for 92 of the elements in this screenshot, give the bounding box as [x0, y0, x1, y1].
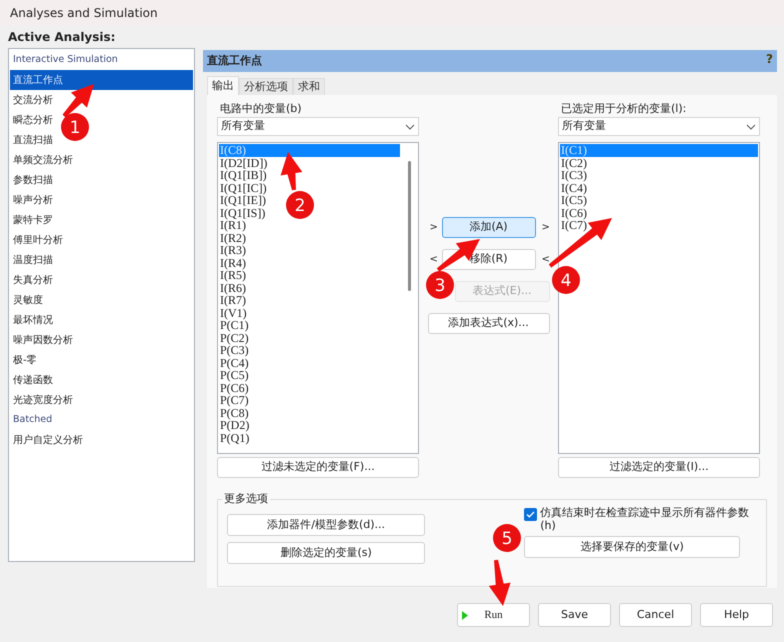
- variable-item[interactable]: P(C1): [219, 319, 249, 332]
- direction-marker: >: [542, 221, 548, 235]
- expression-button[interactable]: 添加表达式(x)...: [428, 313, 550, 334]
- analysis-item[interactable]: 用户自定义分析: [10, 430, 83, 450]
- variable-item[interactable]: I(R7): [219, 294, 246, 306]
- variable-item[interactable]: I(R4): [219, 256, 246, 269]
- play-icon: [462, 610, 468, 620]
- annotation-arrow: [548, 218, 612, 268]
- tab[interactable]: 输出: [207, 76, 239, 95]
- analysis-item[interactable]: 噪声因数分析: [10, 330, 73, 350]
- dialog-button[interactable]: Cancel: [619, 603, 692, 627]
- variable-item[interactable]: I(D2[ID]): [219, 156, 268, 169]
- variable-item[interactable]: I(R2): [219, 232, 246, 244]
- variable-item[interactable]: I(Q1[IE]): [219, 194, 266, 206]
- tab[interactable]: 求和: [293, 78, 325, 95]
- variable-item[interactable]: P(C5): [219, 369, 249, 382]
- dialog-button[interactable]: Help: [700, 603, 773, 627]
- variable-item[interactable]: I(Q1[IB]): [219, 169, 267, 182]
- list-label: 电路中的变量(b): [219, 101, 303, 117]
- option-button[interactable]: 添加器件/模型参数(d)...: [227, 514, 426, 536]
- step-number-badge: 2: [286, 191, 314, 219]
- analysis-item[interactable]: 瞬态分析: [10, 110, 53, 130]
- variable-filter-dropdown[interactable]: 所有变量: [558, 117, 760, 136]
- analysis-item[interactable]: 失真分析: [10, 270, 53, 290]
- variable-item[interactable]: P(C7): [219, 394, 249, 406]
- direction-marker: >: [430, 221, 436, 235]
- analysis-item[interactable]: 直流工作点: [10, 70, 193, 90]
- option-button[interactable]: 删除选定的变量(s): [227, 542, 426, 564]
- variable-item[interactable]: P(C6): [219, 382, 249, 394]
- analysis-item[interactable]: 单频交流分析: [10, 150, 73, 170]
- help-icon[interactable]: ?: [766, 53, 773, 65]
- checkbox-label: 仿真结束时在检查踪迹中显示所有器件参数(h): [540, 506, 750, 532]
- step-number-badge: 4: [552, 266, 580, 294]
- filter-button[interactable]: 过滤选定的变量(I)...: [558, 457, 760, 478]
- direction-marker: <: [430, 253, 436, 267]
- variable-item[interactable]: I(C6): [560, 206, 587, 219]
- variable-item[interactable]: P(C4): [219, 356, 249, 369]
- variable-item[interactable]: I(R3): [219, 244, 246, 256]
- window-title: Analyses and Simulation: [10, 4, 158, 22]
- variable-item[interactable]: I(Q1[IC]): [219, 182, 267, 194]
- variable-filter-dropdown[interactable]: 所有变量: [217, 117, 419, 136]
- list-label: 已选定用于分析的变量(l):: [560, 101, 688, 117]
- tab[interactable]: 分析选项: [239, 78, 293, 95]
- variable-item[interactable]: P(C8): [219, 406, 249, 419]
- checkmark-icon: [526, 511, 536, 518]
- chevron-down-icon: [405, 124, 415, 130]
- variable-item[interactable]: I(C7): [560, 219, 587, 232]
- analysis-item[interactable]: 交流分析: [10, 90, 53, 110]
- analysis-item[interactable]: 直流扫描: [10, 130, 53, 150]
- analysis-item[interactable]: 傅里叶分析: [10, 230, 63, 250]
- variable-item[interactable]: P(C3): [219, 344, 249, 356]
- variable-item[interactable]: I(R1): [219, 219, 246, 232]
- panel-title: 直流工作点: [207, 52, 262, 69]
- annotation-arrow: [62, 84, 94, 118]
- chevron-down-icon: [746, 124, 756, 130]
- analysis-item[interactable]: 参数扫描: [10, 170, 53, 190]
- variable-item[interactable]: I(C4): [560, 182, 587, 194]
- analysis-item[interactable]: Interactive Simulation: [10, 50, 118, 70]
- variable-item[interactable]: I(C3): [560, 169, 587, 182]
- analysis-item[interactable]: 最坏情况: [10, 310, 53, 330]
- dialog-button[interactable]: Save: [538, 603, 611, 627]
- section-label: Active Analysis:: [8, 30, 116, 45]
- analysis-item[interactable]: 极-零: [10, 350, 37, 370]
- analysis-item[interactable]: 温度扫描: [10, 250, 53, 270]
- variable-item[interactable]: I(V1): [219, 306, 247, 319]
- save-variables-button[interactable]: 选择要保存的变量(v): [524, 536, 740, 558]
- variable-item[interactable]: I(Q1[IS]): [219, 206, 266, 219]
- step-number-badge: 1: [61, 113, 89, 141]
- scrollbar-thumb[interactable]: [408, 161, 411, 291]
- variable-item[interactable]: I(C5): [560, 194, 587, 206]
- variable-item[interactable]: P(Q1): [219, 432, 250, 444]
- analysis-item[interactable]: 传递函数: [10, 370, 53, 390]
- direction-marker: <: [542, 253, 548, 267]
- transfer-button[interactable]: 添加(A): [442, 217, 536, 238]
- annotation-arrow: [436, 239, 480, 272]
- variable-item[interactable]: I(C2): [560, 156, 587, 169]
- analysis-item[interactable]: Batched: [10, 410, 52, 430]
- variable-item[interactable]: I(R6): [219, 282, 246, 294]
- checkbox[interactable]: [524, 508, 538, 521]
- analysis-item[interactable]: 噪声分析: [10, 190, 53, 210]
- filter-button[interactable]: 过滤未选定的变量(F)...: [217, 457, 419, 478]
- variable-item[interactable]: P(D2): [219, 419, 250, 432]
- analysis-item[interactable]: 蒙特卡罗: [10, 210, 53, 230]
- step-number-badge: 3: [426, 271, 454, 299]
- annotation-arrow: [280, 152, 302, 190]
- variable-item[interactable]: P(C2): [219, 332, 249, 344]
- step-number-badge: 5: [493, 524, 521, 552]
- analysis-item[interactable]: 光迹宽度分析: [10, 390, 73, 410]
- variable-item[interactable]: I(R5): [219, 269, 246, 282]
- analysis-item[interactable]: 灵敏度: [10, 290, 43, 310]
- run-button[interactable]: Run: [457, 603, 530, 627]
- annotation-arrow: [488, 560, 511, 606]
